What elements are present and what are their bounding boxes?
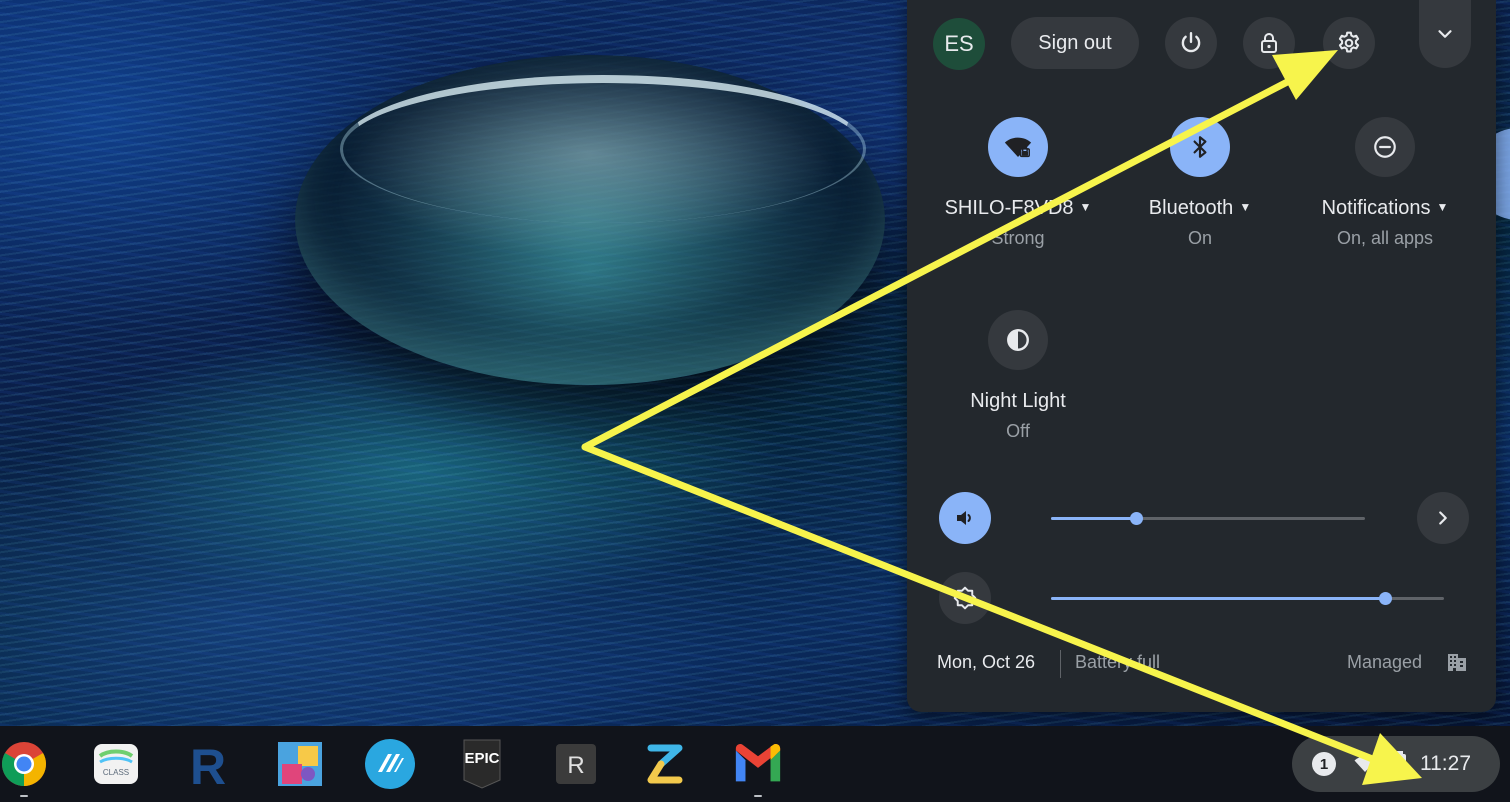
user-avatar[interactable]: ES [933,18,985,70]
shelf-app-gmail[interactable] [732,738,784,797]
blocks-app-icon [278,742,322,786]
bluetooth-status: On [1187,228,1212,248]
chevron-right-icon [1439,511,1447,525]
volume-row [907,492,1496,544]
chrome-icon [2,742,46,786]
svg-text:CLASS: CLASS [103,768,129,777]
r-app-icon: R [190,740,226,788]
brightness-slider[interactable] [1051,592,1444,605]
gmail-icon [735,743,781,782]
brightness-slider-fill [1051,597,1386,600]
nearpod-icon [365,739,415,789]
shelf-app-nearpod[interactable] [364,738,416,790]
volume-mute-toggle[interactable] [939,492,991,544]
volume-slider-thumb[interactable] [1129,512,1143,525]
notifications-label[interactable]: Notifications ▼ [1300,197,1470,220]
settings-button[interactable] [1323,17,1375,69]
battery-icon [1394,751,1406,776]
network-toggle[interactable] [988,117,1048,177]
status-area[interactable]: 1 11:27 [1292,736,1500,792]
footer-divider [1060,650,1061,678]
night-light-status: Off [1006,421,1030,441]
night-light-toggle[interactable] [988,310,1048,370]
running-indicator [754,795,762,797]
shelf: CLASS R EPIC R 1 11:27 [0,726,1510,802]
brightness-button[interactable] [939,572,991,624]
audio-settings-button[interactable] [1417,492,1469,544]
z-app-icon [647,744,683,784]
quick-settings-footer: Mon, Oct 26 Battery full Managed [907,648,1496,680]
droplet-highlight [340,75,866,223]
wifi-lock-icon [1004,137,1032,158]
shelf-app-class[interactable]: CLASS [90,738,142,790]
svg-text:R: R [567,752,584,779]
power-button[interactable] [1165,17,1217,69]
feature-bluetooth[interactable]: Bluetooth ▼ On [1115,117,1285,249]
chevron-down-icon [1438,30,1452,38]
building-icon[interactable] [1445,650,1469,674]
shelf-app-blocks[interactable] [274,738,326,790]
notification-counter[interactable]: 1 [1312,752,1336,776]
volume-icon [957,511,971,525]
volume-slider[interactable] [1051,512,1365,525]
running-indicator [20,795,28,797]
svg-text:EPIC: EPIC [464,750,499,767]
quick-settings-top-row: ES Sign out [907,0,1496,86]
gear-icon [1338,31,1360,53]
quick-settings-panel: ES Sign out SHILO-F8VD8 ▼ Strong Bluetoo… [907,0,1496,712]
bluetooth-toggle[interactable] [1170,117,1230,177]
feature-notifications[interactable]: Notifications ▼ On, all apps [1300,117,1470,249]
bluetooth-icon [1193,136,1207,158]
brightness-row [907,572,1496,624]
network-status: Strong [991,228,1045,248]
epic-games-icon: EPIC [463,739,501,789]
night-light-icon [1007,329,1029,351]
shelf-app-r[interactable]: R [180,738,232,790]
shelf-app-chrome[interactable] [0,738,50,797]
brightness-icon [953,586,977,610]
network-label[interactable]: SHILO-F8VD8 ▼ [933,197,1103,220]
power-icon [1181,32,1201,53]
night-light-label[interactable]: Night Light [933,390,1103,413]
class-app-icon: CLASS [94,744,138,784]
clock[interactable]: 11:27 [1420,752,1471,776]
feature-night-light[interactable]: Night Light Off [933,310,1103,442]
notifications-status: On, all apps [1336,228,1434,248]
notifications-toggle[interactable] [1355,117,1415,177]
feature-network[interactable]: SHILO-F8VD8 ▼ Strong [933,117,1103,249]
battery-status: Battery full [1075,652,1161,672]
brightness-slider-thumb[interactable] [1379,592,1393,605]
sign-out-button[interactable]: Sign out [1011,17,1139,69]
shelf-app-epic-games[interactable]: EPIC [456,738,508,790]
lock-icon [1261,33,1277,53]
lock-button[interactable] [1243,17,1295,69]
bluetooth-label[interactable]: Bluetooth ▼ [1115,197,1285,220]
shelf-app-z[interactable] [640,738,692,790]
shelf-app-r-box[interactable]: R [550,738,602,790]
managed-label[interactable]: Managed [1347,652,1422,673]
svg-text:R: R [190,740,226,788]
wifi-icon [1354,756,1376,772]
volume-slider-fill [1051,517,1136,520]
date-label[interactable]: Mon, Oct 26 [937,652,1035,673]
notifications-icon [1374,136,1396,158]
r-box-app-icon: R [556,744,596,784]
collapse-button[interactable] [1419,0,1471,68]
